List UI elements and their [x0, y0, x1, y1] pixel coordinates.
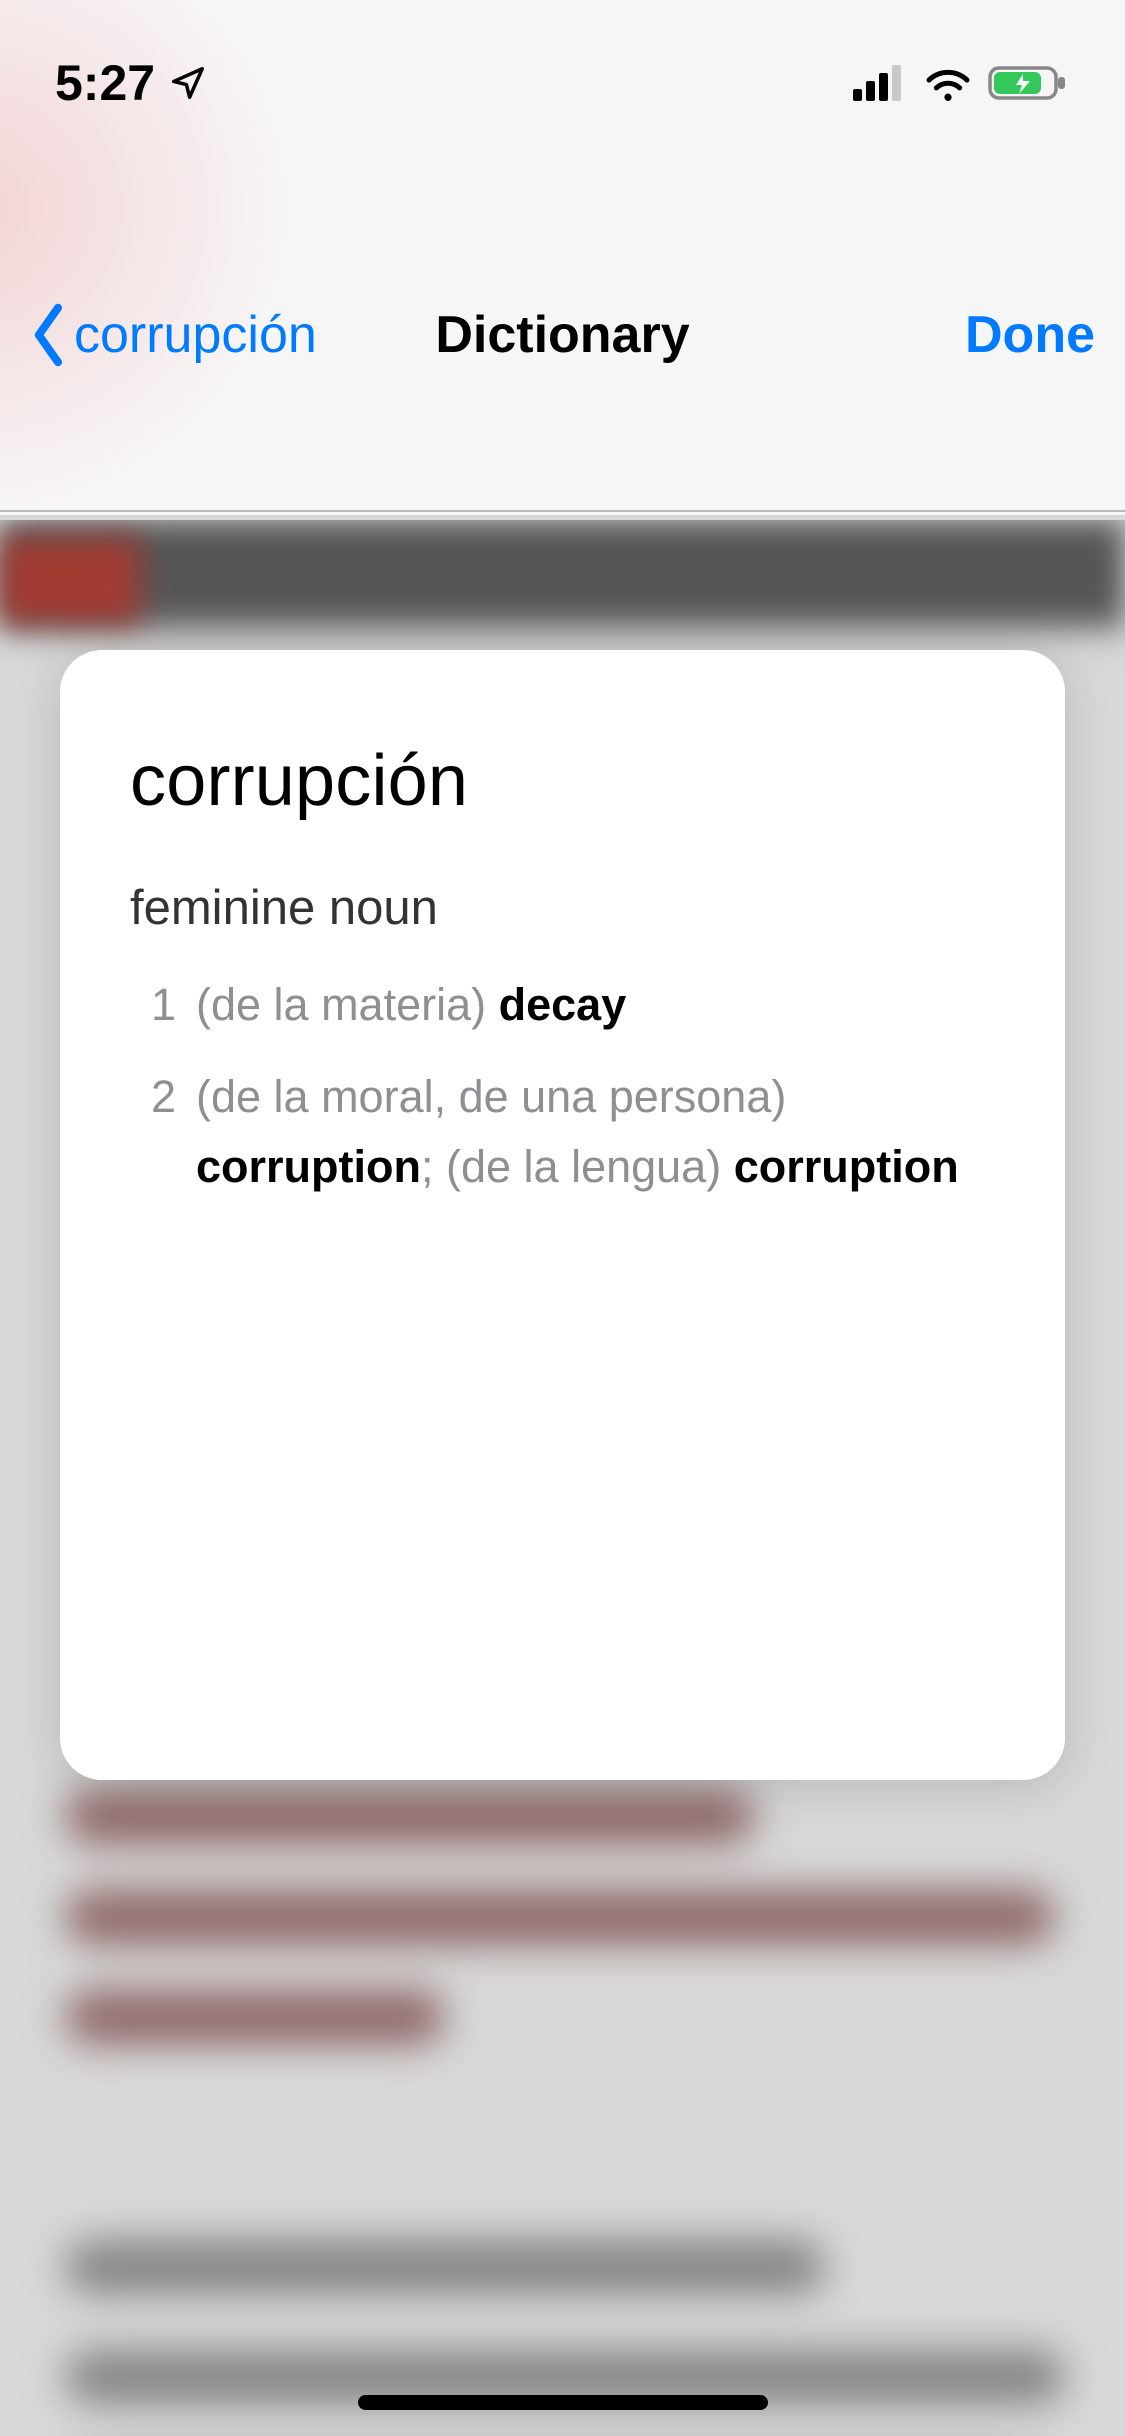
- back-button[interactable]: corrupción: [30, 303, 317, 367]
- cellular-icon: [853, 65, 908, 101]
- status-right: [853, 64, 1070, 102]
- definition-context: (de la lengua): [446, 1141, 721, 1192]
- definition-term: corruption: [734, 1141, 959, 1192]
- part-of-speech: feminine noun: [130, 880, 995, 936]
- nav-bar: corrupción Dictionary Done: [0, 270, 1125, 400]
- definition-term: corruption: [196, 1141, 421, 1192]
- definition-item: 1 (de la materia) decay: [130, 970, 995, 1040]
- back-label: corrupción: [74, 305, 317, 365]
- wifi-icon: [922, 64, 974, 102]
- home-indicator[interactable]: [358, 2395, 768, 2410]
- status-bar: 5:27: [0, 0, 1125, 130]
- nav-divider: [0, 510, 1125, 512]
- definition-number: 2: [130, 1062, 176, 1202]
- definition-body: (de la moral, de una persona) corruption…: [196, 1062, 995, 1202]
- definition-body: (de la materia) decay: [196, 970, 626, 1040]
- modal-sheet: 5:27: [0, 0, 1125, 2436]
- definitions-list: 1 (de la materia) decay 2 (de la moral, …: [130, 970, 995, 1201]
- chevron-left-icon: [30, 303, 70, 367]
- location-icon: [169, 64, 207, 102]
- headword: corrupción: [130, 740, 995, 822]
- battery-icon: [988, 64, 1070, 102]
- status-left: 5:27: [55, 54, 207, 112]
- definition-number: 1: [130, 970, 176, 1040]
- definition-context: (de la moral, de una persona): [196, 1071, 786, 1122]
- definition-item: 2 (de la moral, de una persona) corrupti…: [130, 1062, 995, 1202]
- done-button[interactable]: Done: [965, 305, 1095, 365]
- definition-context: (de la materia): [196, 979, 486, 1030]
- definition-card: corrupción feminine noun 1 (de la materi…: [60, 650, 1065, 1780]
- definition-separator: ;: [421, 1141, 446, 1192]
- status-time: 5:27: [55, 54, 155, 112]
- definition-term: decay: [499, 979, 627, 1030]
